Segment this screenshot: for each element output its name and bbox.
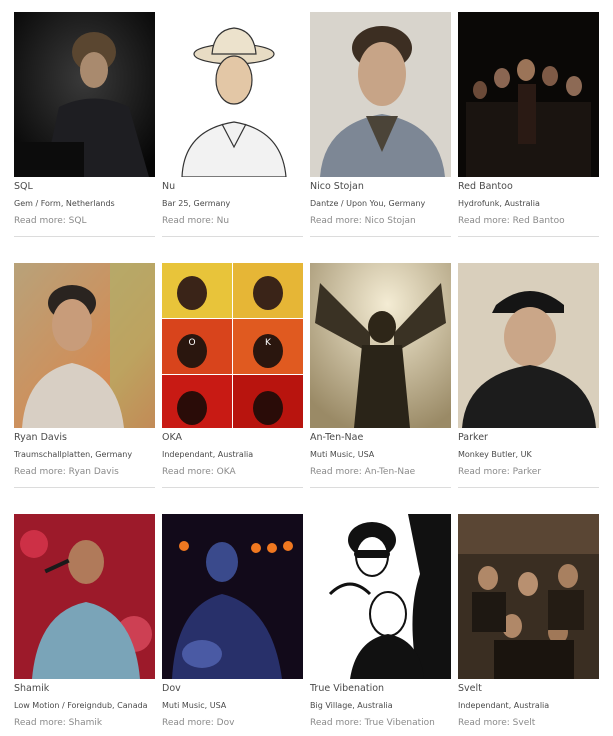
- photo-svelt-image: [458, 514, 599, 679]
- read-more-link[interactable]: Read more: Shamik: [14, 717, 155, 729]
- artist-label-country: Traumschallplatten, Germany: [14, 450, 133, 459]
- artist-card: SQL Gem / Form, Netherlands Read more: S…: [14, 12, 155, 237]
- artist-card: Svelt Independant, Australia Read more: …: [458, 514, 599, 729]
- read-more-link[interactable]: Read more: Red Bantoo: [458, 215, 599, 227]
- photo-red-bantoo-image: [458, 12, 599, 177]
- artist-name: An-Ten-Nae: [310, 432, 364, 443]
- photo-dov-image: [162, 514, 303, 679]
- read-more-link[interactable]: Read more: An-Ten-Nae: [310, 466, 451, 478]
- photo-true-vibenation-artwork: [310, 514, 451, 679]
- artist-label-country: Gem / Form, Netherlands: [14, 199, 115, 208]
- artist-name: OKA: [162, 432, 183, 443]
- artist-photo-ryan-davis[interactable]: [14, 263, 155, 428]
- read-more-link[interactable]: Read more: Svelt: [458, 717, 599, 729]
- divider: [458, 236, 599, 237]
- artist-card: Nico Stojan Dantze / Upon You, Germany R…: [310, 12, 451, 237]
- photo-oka-image: O K: [162, 263, 303, 428]
- artist-name: Red Bantoo: [458, 181, 513, 192]
- artist-photo-red-bantoo[interactable]: [458, 12, 599, 177]
- artist-label-country: Dantze / Upon You, Germany: [310, 199, 426, 208]
- photo-parker-image: [458, 263, 599, 428]
- read-more-link[interactable]: Read more: Dov: [162, 717, 303, 729]
- artist-photo-svelt[interactable]: [458, 514, 599, 679]
- artist-card: An-Ten-Nae Muti Music, USA Read more: An…: [310, 263, 451, 488]
- artist-label-country: Hydrofunk, Australia: [458, 199, 540, 208]
- divider: [162, 487, 303, 488]
- artist-name: Nico Stojan: [310, 181, 364, 192]
- divider: [310, 487, 451, 488]
- photo-ryan-davis-image: [14, 263, 155, 428]
- artist-name: Parker: [458, 432, 488, 443]
- divider: [458, 487, 599, 488]
- photo-nico-stojan-image: [310, 12, 451, 177]
- artist-card: True Vibenation Big Village, Australia R…: [310, 514, 451, 729]
- artist-label-country: Monkey Butler, UK: [458, 450, 532, 459]
- artist-card: Red Bantoo Hydrofunk, Australia Read mor…: [458, 12, 599, 237]
- divider: [162, 236, 303, 237]
- read-more-link[interactable]: Read more: SQL: [14, 215, 155, 227]
- artist-photo-an-ten-nae[interactable]: [310, 263, 451, 428]
- artist-name: Ryan Davis: [14, 432, 67, 443]
- artist-name: Svelt: [458, 683, 482, 694]
- artist-photo-dov[interactable]: [162, 514, 303, 679]
- photo-an-ten-nae-image: [310, 263, 451, 428]
- artist-card: Ryan Davis Traumschallplatten, Germany R…: [14, 263, 155, 488]
- artist-photo-nu[interactable]: [162, 12, 303, 177]
- artist-card: Shamik Low Motion / Foreigndub, Canada R…: [14, 514, 155, 729]
- artist-name: Dov: [162, 683, 181, 694]
- read-more-link[interactable]: Read more: Nu: [162, 215, 303, 227]
- artist-photo-sql[interactable]: [14, 12, 155, 177]
- artist-label-country: Low Motion / Foreigndub, Canada: [14, 701, 148, 710]
- read-more-link[interactable]: Read more: Ryan Davis: [14, 466, 155, 478]
- read-more-link[interactable]: Read more: OKA: [162, 466, 303, 478]
- photo-nu-illustration: [162, 12, 303, 177]
- divider: [14, 487, 155, 488]
- artist-photo-parker[interactable]: [458, 263, 599, 428]
- artist-label-country: Muti Music, USA: [162, 701, 227, 710]
- artist-photo-nico-stojan[interactable]: [310, 12, 451, 177]
- artist-name: SQL: [14, 181, 33, 192]
- photo-sql-image: [14, 12, 155, 177]
- photo-shamik-image: [14, 514, 155, 679]
- artist-grid: SQL Gem / Form, Netherlands Read more: S…: [0, 0, 613, 736]
- divider: [310, 236, 451, 237]
- artist-label-country: Bar 25, Germany: [162, 199, 231, 208]
- artist-photo-oka[interactable]: O K: [162, 263, 303, 428]
- artist-card: Nu Bar 25, Germany Read more: Nu: [162, 12, 303, 237]
- artist-label-country: Muti Music, USA: [310, 450, 375, 459]
- artist-photo-shamik[interactable]: [14, 514, 155, 679]
- artist-label-country: Independant, Australia: [162, 450, 254, 459]
- artist-label-country: Big Village, Australia: [310, 701, 393, 710]
- divider: [14, 236, 155, 237]
- artist-label-country: Independant, Australia: [458, 701, 550, 710]
- artist-card: Parker Monkey Butler, UK Read more: Park…: [458, 263, 599, 488]
- read-more-link[interactable]: Read more: Nico Stojan: [310, 215, 451, 227]
- oka-tile-o: O: [188, 338, 195, 348]
- artist-photo-true-vibenation[interactable]: [310, 514, 451, 679]
- artist-name: True Vibenation: [310, 683, 385, 694]
- read-more-link[interactable]: Read more: Parker: [458, 466, 599, 478]
- read-more-link[interactable]: Read more: True Vibenation: [310, 717, 451, 729]
- artist-card: O K OKA Independant, Australia Read more…: [162, 263, 303, 488]
- artist-card: Dov Muti Music, USA Read more: Dov: [162, 514, 303, 729]
- artist-name: Shamik: [14, 683, 50, 694]
- artist-name: Nu: [162, 181, 176, 192]
